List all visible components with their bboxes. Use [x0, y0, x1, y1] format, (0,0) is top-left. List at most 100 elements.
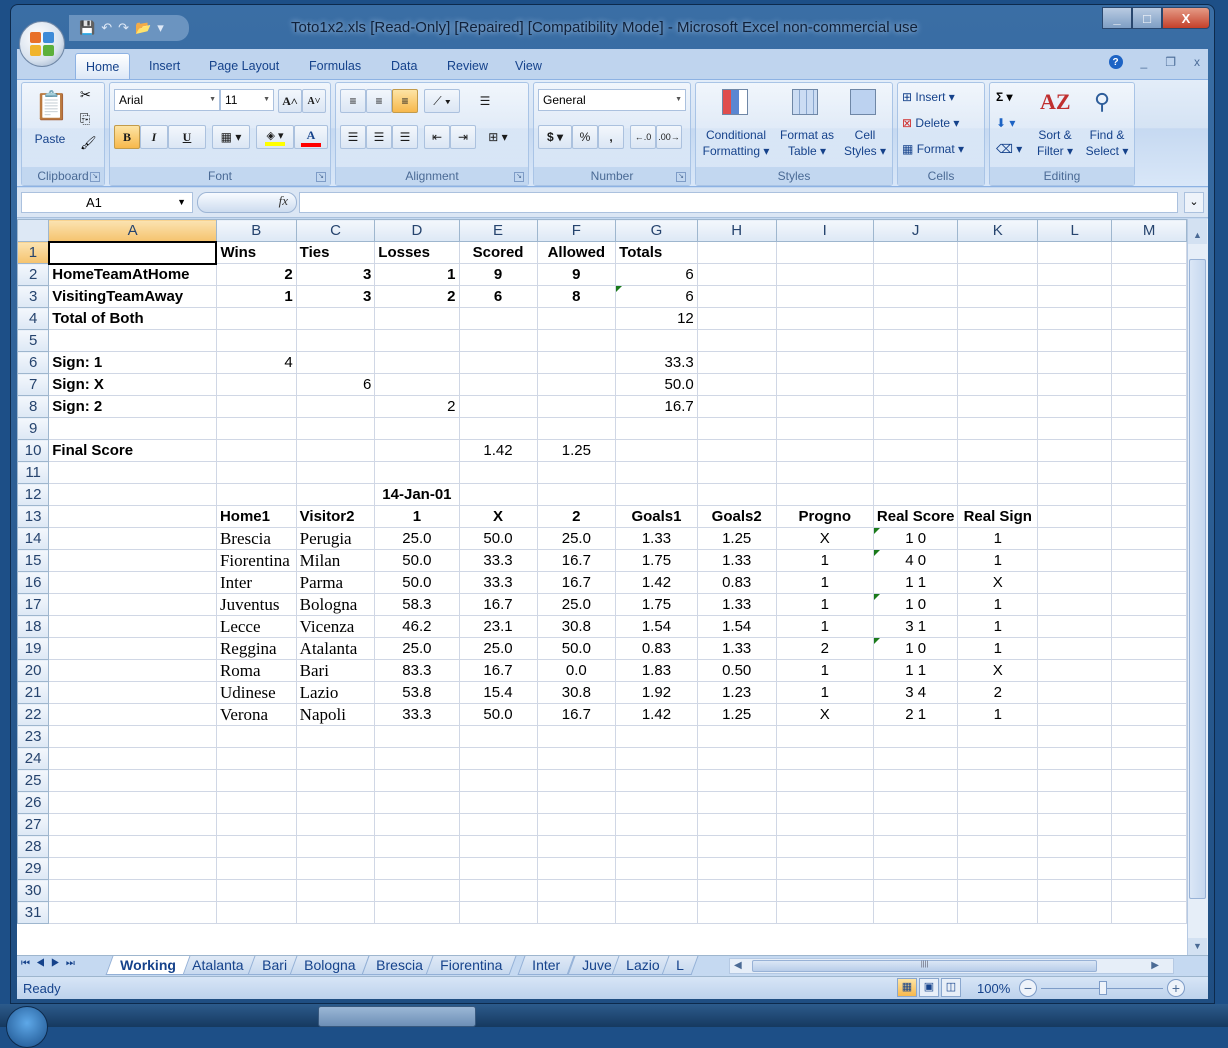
font-name-combo[interactable]: Arial ▼ [114, 89, 220, 111]
cell-b13[interactable]: Home1 [215, 505, 297, 528]
zoom-out-icon[interactable]: − [1019, 979, 1037, 997]
cell-a23[interactable] [48, 725, 217, 748]
number-launcher-icon[interactable]: ↘ [676, 172, 686, 182]
cell-f23[interactable] [536, 725, 617, 748]
clipboard-launcher-icon[interactable]: ↘ [90, 172, 100, 182]
cell-m25[interactable] [1111, 769, 1187, 792]
cell-g30[interactable] [615, 879, 698, 902]
cell-m8[interactable] [1111, 395, 1187, 418]
cell-i22[interactable]: X [775, 703, 874, 726]
cell-d24[interactable] [374, 747, 460, 770]
cell-f28[interactable] [536, 835, 617, 858]
cell-c3[interactable]: 3 [295, 285, 376, 308]
cell-h10[interactable] [696, 439, 777, 462]
zoom-level[interactable]: 100% [977, 981, 1010, 996]
cell-b2[interactable]: 2 [215, 263, 297, 286]
cell-j10[interactable] [872, 439, 959, 462]
row-header[interactable]: 1 [17, 241, 50, 264]
cell-l9[interactable] [1037, 417, 1113, 440]
cell-styles-button[interactable]: Cell Styles ▾ [840, 127, 890, 159]
cell-b20[interactable]: Roma [215, 659, 297, 682]
cell-d31[interactable] [374, 901, 460, 924]
row-header[interactable]: 31 [17, 901, 50, 924]
cell-h30[interactable] [696, 879, 777, 902]
cell-a8[interactable]: Sign: 2 [48, 395, 217, 418]
cell-a27[interactable] [48, 813, 217, 836]
formula-input[interactable] [299, 192, 1178, 213]
cell-b3[interactable]: 1 [215, 285, 297, 308]
cell-k8[interactable] [957, 395, 1039, 418]
cell-h8[interactable] [696, 395, 777, 418]
cell-j21[interactable]: 3 4 [872, 681, 959, 704]
cell-m3[interactable] [1111, 285, 1187, 308]
font-color-button[interactable]: A [294, 125, 328, 149]
cell-e21[interactable]: 15.4 [458, 681, 538, 704]
cell-h19[interactable]: 1.33 [696, 637, 777, 660]
cell-l15[interactable] [1037, 549, 1113, 572]
cell-c27[interactable] [295, 813, 376, 836]
scroll-right-icon[interactable]: ▶ [1151, 960, 1159, 971]
cell-b18[interactable]: Lecce [215, 615, 297, 638]
cell-k17[interactable]: 1 [957, 593, 1039, 616]
cell-i24[interactable] [775, 747, 874, 770]
cell-f1[interactable]: Allowed [536, 241, 617, 264]
column-header-l[interactable]: L [1037, 219, 1113, 242]
copy-icon[interactable]: ⎘ [80, 111, 90, 127]
cell-e6[interactable] [458, 351, 538, 374]
cell-k27[interactable] [957, 813, 1039, 836]
cell-h26[interactable] [696, 791, 777, 814]
cell-h12[interactable] [696, 483, 777, 506]
tab-data[interactable]: Data [381, 53, 427, 79]
cell-a18[interactable] [48, 615, 217, 638]
paste-button[interactable]: Paste [30, 131, 70, 147]
align-bottom-button[interactable]: ≡ [392, 89, 418, 113]
cell-k19[interactable]: 1 [957, 637, 1039, 660]
tab-formulas[interactable]: Formulas [299, 53, 371, 79]
cell-h28[interactable] [696, 835, 777, 858]
cell-c4[interactable] [295, 307, 376, 330]
redo-icon[interactable]: ↷ [118, 20, 129, 36]
cell-g19[interactable]: 0.83 [615, 637, 698, 660]
tab-page-layout[interactable]: Page Layout [199, 53, 289, 79]
cell-j19[interactable]: 1 0 [872, 637, 959, 660]
cell-i21[interactable]: 1 [775, 681, 874, 704]
comma-button[interactable]: , [598, 125, 624, 149]
cell-c16[interactable]: Parma [295, 571, 376, 594]
cell-k6[interactable] [957, 351, 1039, 374]
cell-h29[interactable] [696, 857, 777, 880]
cell-a1[interactable] [47, 240, 218, 265]
open-icon[interactable]: 📂 [135, 20, 151, 36]
cell-j1[interactable] [872, 241, 959, 264]
cell-a13[interactable] [48, 505, 217, 528]
cell-j5[interactable] [872, 329, 959, 352]
cell-f17[interactable]: 25.0 [536, 593, 617, 616]
cell-g6[interactable]: 33.3 [615, 351, 698, 374]
cell-k30[interactable] [957, 879, 1039, 902]
cell-a19[interactable] [48, 637, 217, 660]
cell-c31[interactable] [295, 901, 376, 924]
cell-m31[interactable] [1111, 901, 1187, 924]
row-header[interactable]: 14 [17, 527, 50, 550]
cell-e19[interactable]: 25.0 [458, 637, 538, 660]
cell-g17[interactable]: 1.75 [615, 593, 698, 616]
cell-i15[interactable]: 1 [775, 549, 874, 572]
paste-icon[interactable]: 📋 [34, 89, 69, 122]
cell-g4[interactable]: 12 [615, 307, 698, 330]
cell-a30[interactable] [48, 879, 217, 902]
workbook-restore-icon[interactable]: ❐ [1165, 55, 1176, 69]
cell-l2[interactable] [1037, 263, 1113, 286]
fill-button[interactable]: ⬇ ▾ [996, 115, 1015, 131]
cell-l12[interactable] [1037, 483, 1113, 506]
merge-center-button[interactable]: ⊞ ▾ [480, 125, 516, 149]
cell-b22[interactable]: Verona [215, 703, 297, 726]
row-header[interactable]: 23 [17, 725, 50, 748]
cell-f29[interactable] [536, 857, 617, 880]
cell-k23[interactable] [957, 725, 1039, 748]
cell-l31[interactable] [1037, 901, 1113, 924]
cell-k20[interactable]: X [957, 659, 1039, 682]
cell-m23[interactable] [1111, 725, 1187, 748]
cell-i2[interactable] [775, 263, 874, 286]
increase-indent-button[interactable]: ⇥ [450, 125, 476, 149]
cell-j9[interactable] [872, 417, 959, 440]
cell-d18[interactable]: 46.2 [374, 615, 460, 638]
